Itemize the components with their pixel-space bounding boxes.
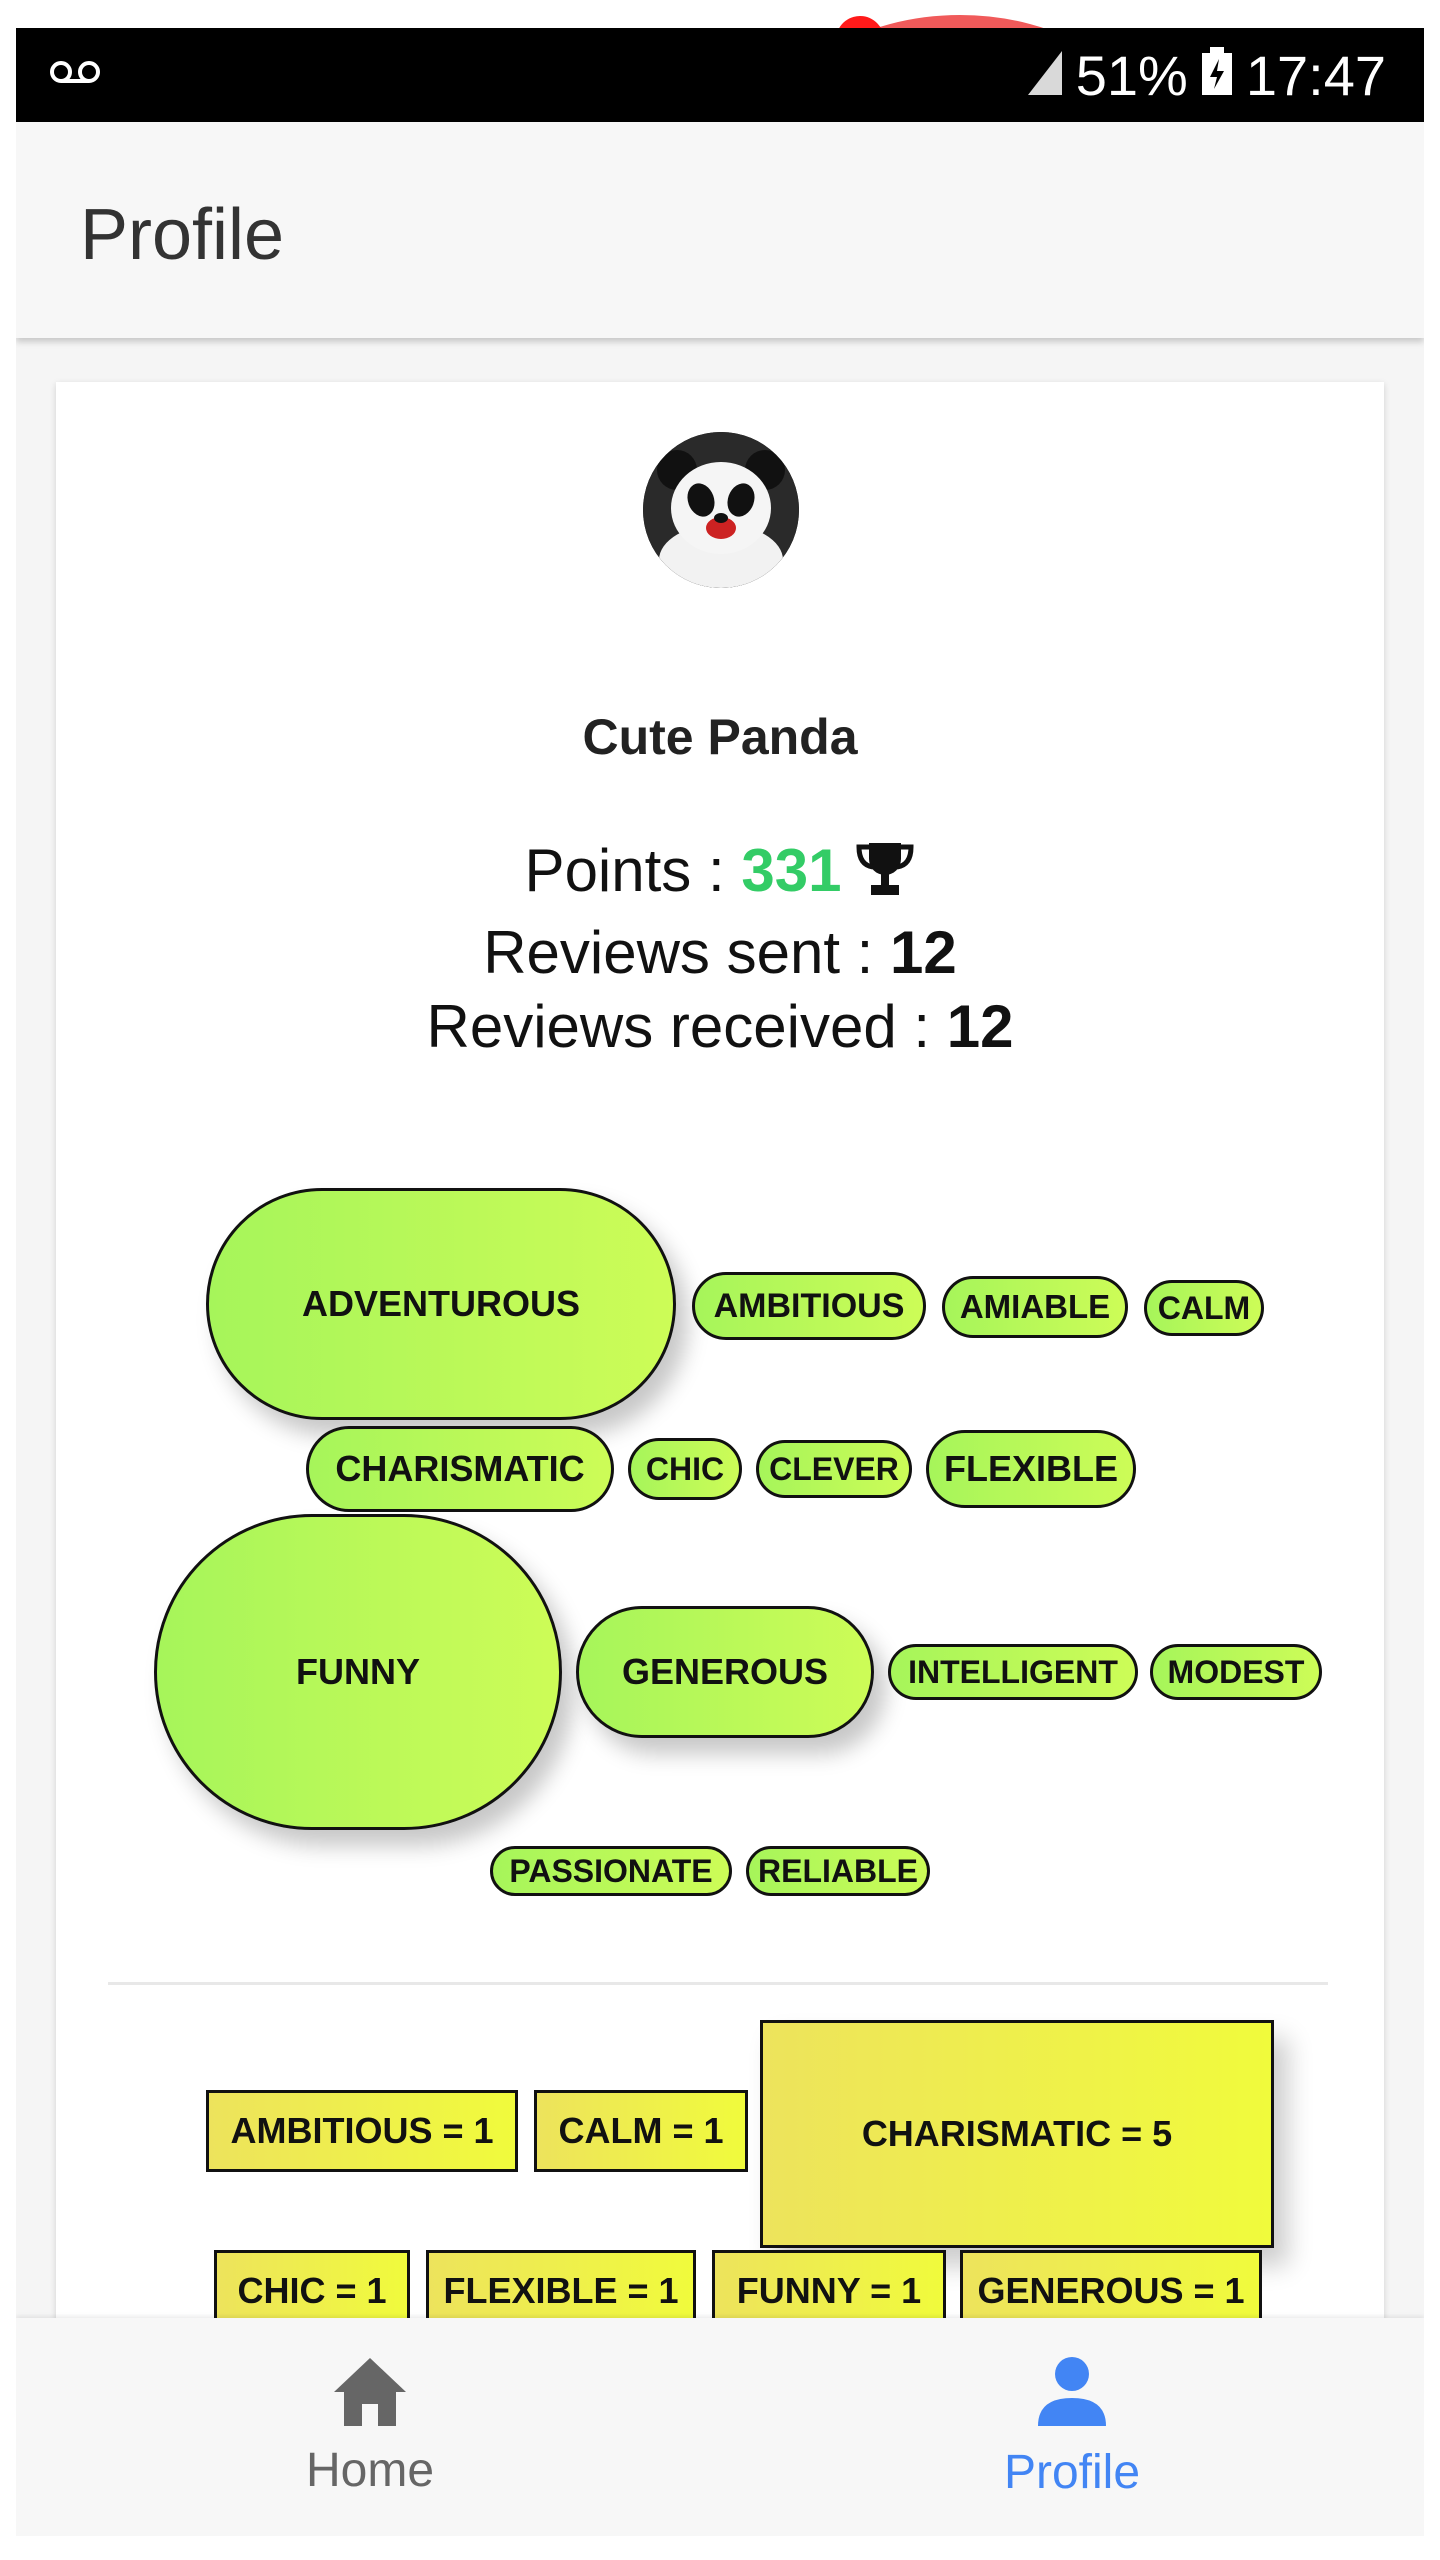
bottom-navigation: Home Profile	[16, 2318, 1424, 2536]
trait-pill[interactable]: INTELLIGENT	[888, 1644, 1138, 1700]
trait-count-label: CHARISMATIC = 5	[861, 2113, 1173, 2154]
trait-count-label: CHIC = 1	[237, 2270, 387, 2311]
trait-pill[interactable]: GENEROUS	[576, 1606, 874, 1738]
trait-label: FUNNY	[296, 1651, 420, 1692]
trait-label: FLEXIBLE	[943, 1448, 1118, 1489]
page-title: Profile	[80, 195, 285, 275]
trait-count-label: FUNNY = 1	[736, 2270, 922, 2311]
trait-count-box: CALM = 1	[534, 2090, 748, 2172]
trait-count-label: FLEXIBLE = 1	[443, 2270, 679, 2311]
reviews-sent-row: Reviews sent : 12	[56, 916, 1384, 990]
reviews-sent-value: 12	[890, 919, 957, 986]
trait-label: AMIABLE	[959, 1288, 1111, 1325]
nav-profile[interactable]: Profile	[872, 2318, 1272, 2536]
trait-count-box: AMBITIOUS = 1	[206, 2090, 518, 2172]
points-row: Points : 331	[56, 834, 1384, 916]
trait-pill[interactable]: MODEST	[1150, 1644, 1322, 1700]
panda-avatar-image	[643, 432, 799, 588]
trait-pill[interactable]: CHIC	[628, 1438, 742, 1500]
trait-label: AMBITIOUS	[713, 1286, 905, 1325]
user-name: Cute Panda	[582, 709, 858, 765]
phone-screen: 51% 17:47 Profile Cute Panda Points: 33…	[16, 28, 1424, 2536]
trait-label: PASSIONATE	[509, 1852, 713, 1889]
reviews-received-row: Reviews received : 12	[56, 990, 1384, 1064]
home-icon	[332, 2354, 408, 2435]
avatar[interactable]	[643, 432, 799, 588]
trait-count-label: CALM = 1	[558, 2110, 724, 2151]
trait-label: INTELLIGENT	[908, 1653, 1118, 1690]
status-bar: 51% 17:47	[16, 28, 1424, 122]
nav-home-label: Home	[305, 2444, 435, 2497]
trait-label: GENEROUS	[621, 1651, 829, 1692]
trait-pill[interactable]: CALM	[1144, 1280, 1264, 1336]
trait-label: CHIC	[645, 1450, 725, 1487]
trait-label: RELIABLE	[758, 1852, 918, 1889]
battery-percent: 51%	[1075, 43, 1188, 107]
trait-count-label: AMBITIOUS = 1	[230, 2110, 494, 2151]
trait-pill[interactable]: RELIABLE	[746, 1846, 930, 1896]
trait-label: CLEVER	[769, 1450, 899, 1487]
trait-pill[interactable]: AMBITIOUS	[692, 1272, 926, 1340]
trait-pill[interactable]: FLEXIBLE	[926, 1430, 1136, 1508]
nav-profile-label: Profile	[1003, 2446, 1141, 2499]
reviews-received-value: 12	[946, 993, 1014, 1060]
reviews-received-label: Reviews received :	[426, 993, 947, 1060]
voicemail-icon	[50, 60, 100, 89]
trait-label: CALM	[1157, 1289, 1251, 1326]
trait-pill[interactable]: AMIABLE	[942, 1276, 1128, 1338]
battery-charging-icon	[1201, 43, 1232, 108]
profile-card: Cute Panda Points : 331 Reviews sent : 1…	[56, 382, 1384, 2396]
trait-pill[interactable]: CLEVER	[756, 1440, 912, 1498]
nav-home[interactable]: Home	[170, 2318, 570, 2536]
trait-pill[interactable]: ADVENTUROUS	[206, 1188, 676, 1420]
reviews-sent-label: Reviews sent :	[483, 919, 891, 986]
section-divider	[108, 1982, 1328, 1985]
trait-label: CHARISMATIC	[335, 1448, 585, 1489]
trait-label: ADVENTUROUS	[301, 1283, 580, 1324]
trophy-icon	[855, 839, 915, 916]
trait-label: MODEST	[1167, 1653, 1305, 1690]
signal-icon	[1027, 43, 1062, 108]
app-bar: Profile	[16, 122, 1424, 338]
points-value: 331	[741, 837, 842, 904]
stats-block: Points : 331 Reviews sent : 12 Reviews r…	[56, 834, 1384, 1064]
points-label: Points :	[524, 837, 742, 904]
clock: 17:47	[1245, 43, 1386, 107]
trait-pill[interactable]: FUNNY	[154, 1514, 562, 1830]
person-icon	[1032, 2352, 1112, 2437]
trait-count-label: GENEROUS = 1	[977, 2270, 1245, 2311]
trait-count-box: CHARISMATIC = 5	[760, 2020, 1274, 2248]
trait-pill[interactable]: PASSIONATE	[490, 1846, 732, 1896]
trait-pill[interactable]: CHARISMATIC	[306, 1426, 614, 1512]
